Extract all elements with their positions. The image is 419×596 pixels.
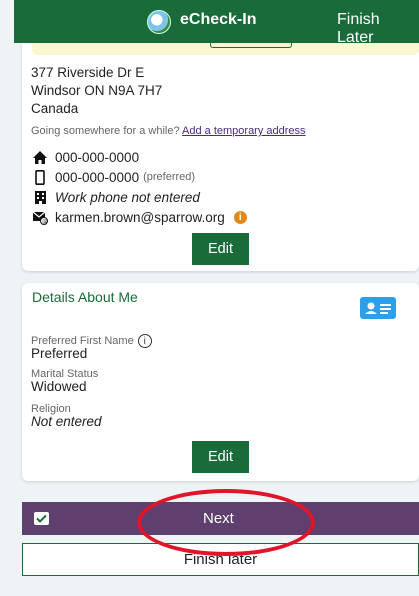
details-edit-button[interactable]: Edit xyxy=(192,441,249,473)
highlight-annotation-circle xyxy=(137,489,315,556)
email-row: @ karmen.brown@sparrow.org i xyxy=(32,209,247,225)
add-temp-address-link[interactable]: Add a temporary address xyxy=(182,125,306,137)
checkmark-icon xyxy=(34,512,49,525)
contact-edit-button[interactable]: Edit xyxy=(192,233,249,265)
details-heading: Details About Me xyxy=(32,289,138,305)
app-header: eCheck-In Finish Later xyxy=(14,0,419,46)
office-building-icon xyxy=(32,189,48,205)
id-card-icon xyxy=(360,297,396,319)
marital-status-value: Widowed xyxy=(31,379,87,394)
home-icon xyxy=(32,149,48,165)
app-logo-icon xyxy=(147,10,171,34)
email-value: karmen.brown@sparrow.org xyxy=(55,209,225,225)
mobile-phone-value: 000-000-0000 xyxy=(55,169,140,185)
temp-address-question: Going somewhere for a while? xyxy=(31,125,180,137)
mobile-phone-row: 000-000-0000 (preferred) xyxy=(32,169,195,185)
address-line-1: 377 Riverside Dr E xyxy=(31,65,145,80)
header-finish-later-link[interactable]: Finish Later xyxy=(337,11,419,47)
info-circle-icon[interactable]: i xyxy=(137,334,152,348)
work-phone-row: Work phone not entered xyxy=(32,189,200,205)
temp-address-prompt: Going somewhere for a while? Add a tempo… xyxy=(31,125,306,137)
home-phone-row: 000-000-0000 xyxy=(32,149,139,165)
preferred-first-name-value: Preferred xyxy=(31,346,88,361)
address-line-2: Windsor ON N9A 7H7 xyxy=(31,83,163,98)
preferred-tag: (preferred) xyxy=(143,171,196,183)
email-icon: @ xyxy=(32,209,48,225)
work-phone-value: Work phone not entered xyxy=(55,189,200,205)
mobile-phone-icon xyxy=(32,169,48,185)
contact-info-card: 377 Riverside Dr E Windsor ON N9A 7H7 Ca… xyxy=(22,43,419,271)
home-phone-value: 000-000-0000 xyxy=(55,149,140,165)
details-about-me-card: Details About Me Preferred First Name i … xyxy=(22,283,419,481)
address-line-3: Canada xyxy=(31,101,79,116)
info-icon[interactable]: i xyxy=(233,210,247,224)
app-title: eCheck-In xyxy=(180,11,257,28)
notice-strip xyxy=(32,43,419,55)
svg-text:@: @ xyxy=(42,219,47,225)
religion-value: Not entered xyxy=(31,414,102,429)
notice-button-edge[interactable] xyxy=(210,43,292,48)
